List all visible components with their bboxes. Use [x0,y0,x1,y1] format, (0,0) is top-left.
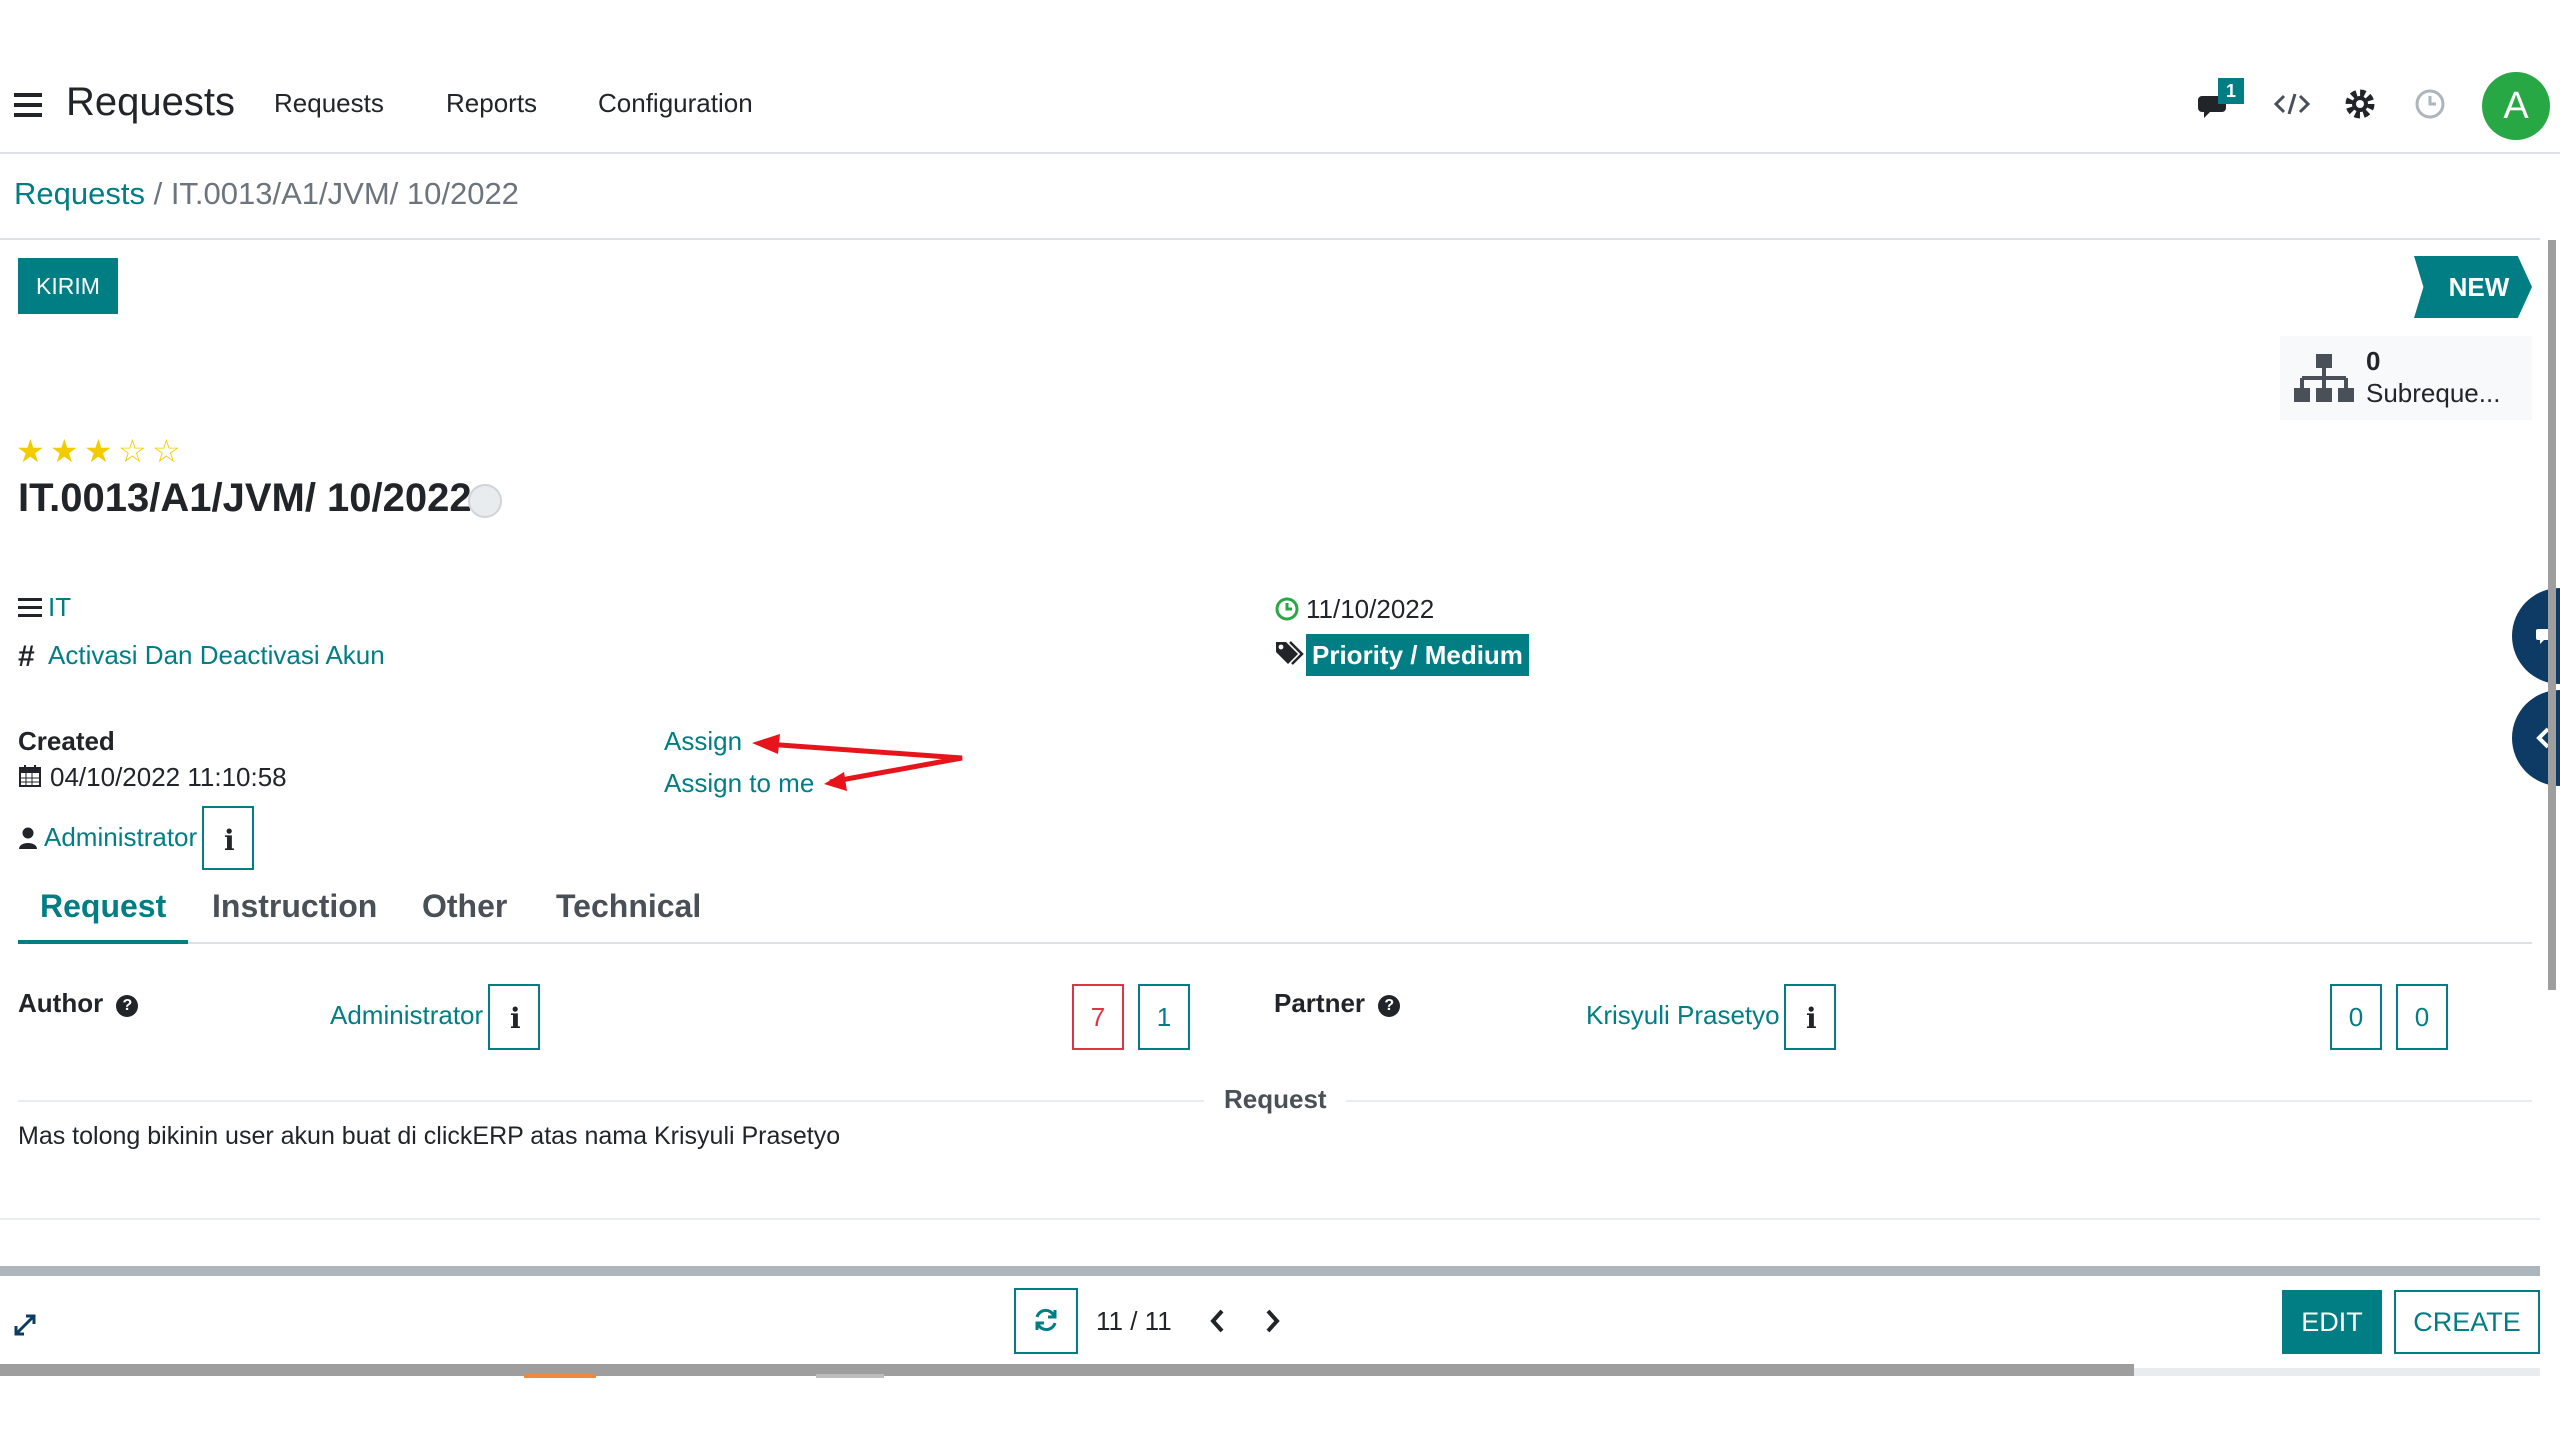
tabs-divider [18,942,2532,944]
info-icon: i [1806,1002,1817,1035]
partner-count-1[interactable]: 0 [2330,984,2382,1050]
menu-reports[interactable]: Reports [446,88,537,119]
edit-button[interactable]: EDIT [2282,1290,2382,1354]
author-label-text: Author [18,988,104,1018]
subrequests-label: Subreque... [2366,378,2501,408]
refresh-icon [1035,1308,1057,1331]
tab-request[interactable]: Request [40,888,166,925]
breadcrumb: Requests / IT.0013/A1/JVM/ 10/2022 [14,176,519,212]
menu-requests[interactable]: Requests [274,88,384,119]
priority-tag[interactable]: Priority / Medium [1306,634,1529,676]
star-icon[interactable]: ☆ [152,432,181,470]
author-count-red[interactable]: 7 [1072,984,1124,1050]
taskbar-marker [524,1374,596,1378]
star-icon[interactable]: ☆ [118,432,147,470]
tab-technical[interactable]: Technical [556,888,701,925]
sitemap-icon [2294,352,2354,408]
messages-badge: 1 [2218,78,2244,104]
gear-icon[interactable] [2340,84,2380,124]
partner-link[interactable]: Krisyuli Prasetyo [1586,1000,1780,1031]
request-date: 11/10/2022 [1306,594,1435,624]
calendar-icon [18,764,42,788]
section-title: Request [1224,1084,1327,1114]
kanban-state-icon[interactable] [468,484,502,518]
tags-icon [1274,640,1304,666]
request-type-link[interactable]: Activasi Dan Deactivasi Akun [48,640,385,671]
annotation-arrows [752,728,972,798]
section-line-right [1346,1100,2532,1102]
app-title[interactable]: Requests [66,80,235,125]
created-by-info-button[interactable]: i [202,806,254,870]
info-icon: i [224,824,235,857]
record-title: IT.0013/A1/JVM/ 10/2022 [18,476,472,520]
pager-next-icon[interactable] [1260,1306,1284,1336]
taskbar-marker-2 [816,1374,884,1378]
content-bottom-divider [0,1218,2540,1220]
menu-configuration[interactable]: Configuration [598,88,753,119]
chat-icon[interactable]: 1 [2198,78,2244,124]
star-icon[interactable]: ★ [50,432,79,470]
created-datetime: 04/10/2022 11:10:58 [50,762,287,792]
active-tab-underline [18,940,188,944]
breadcrumb-current: IT.0013/A1/JVM/ 10/2022 [170,176,519,211]
reload-button[interactable] [1014,1288,1078,1354]
stage-new-label: NEW [2448,272,2510,302]
user-icon [18,826,38,850]
partner-count-2[interactable]: 0 [2396,984,2448,1050]
hashtag-icon: # [18,640,35,673]
horizontal-scrollbar-thumb[interactable] [0,1364,2134,1376]
list-icon [18,598,42,618]
clock-icon[interactable] [2410,84,2450,124]
breadcrumb-parent[interactable]: Requests [14,176,145,211]
star-icon[interactable]: ★ [16,432,45,470]
expand-icon[interactable] [12,1312,38,1338]
pager-value[interactable]: 11 / 11 [1096,1306,1172,1337]
assign-link[interactable]: Assign [664,726,742,757]
author-label: Author ? [18,988,139,1019]
partner-label-text: Partner [1274,988,1366,1018]
stage-new[interactable]: NEW [2414,256,2532,318]
author-info-button[interactable]: i [488,984,540,1050]
bottom-bar-top-rule [0,1266,2540,1276]
clock-circle-icon [1274,596,1300,622]
hamburger-menu-icon[interactable] [14,93,42,117]
created-label: Created [18,726,115,756]
tab-instruction[interactable]: Instruction [212,888,377,925]
help-icon[interactable]: ? [116,995,139,1017]
subrequests-count: 0 [2366,346,2381,376]
author-count-teal[interactable]: 1 [1138,984,1190,1050]
created-by-link[interactable]: Administrator [44,822,197,853]
kirim-button[interactable]: KIRIM [18,258,118,314]
create-button[interactable]: CREATE [2394,1290,2540,1354]
top-navbar: Requests Requests Reports Configuration … [0,0,2560,154]
info-icon: i [510,1002,521,1035]
breadcrumb-divider [0,238,2540,240]
request-description: Mas tolong bikinin user akun buat di cli… [18,1122,841,1150]
partner-label: Partner ? [1274,988,1401,1019]
category-link[interactable]: IT [48,592,71,623]
author-link[interactable]: Administrator [330,1000,483,1031]
section-line-left [18,1100,1204,1102]
pager-previous-icon[interactable] [1206,1306,1230,1336]
user-avatar[interactable]: A [2482,72,2550,140]
help-icon[interactable]: ? [1378,995,1401,1017]
partner-info-button[interactable]: i [1784,984,1836,1050]
vertical-scrollbar[interactable] [2548,240,2556,990]
code-icon[interactable] [2272,84,2312,124]
star-icon[interactable]: ★ [84,432,113,470]
tab-other[interactable]: Other [422,888,507,925]
subrequests-button[interactable]: 0 Subreque... [2280,336,2532,420]
breadcrumb-separator: / [144,176,171,211]
